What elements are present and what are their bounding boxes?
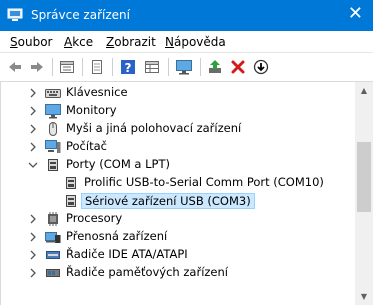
menu-bar: Soubor Akce Zobrazit Nápověda — [0, 31, 373, 53]
window-title: Správce zařízení — [31, 8, 130, 22]
tree-item-label: Klávesnice — [66, 85, 128, 99]
port-icon — [66, 177, 76, 189]
tree-item-label: Řadiče IDE ATA/ATAPI — [66, 247, 188, 261]
monitor-scan-icon — [176, 60, 192, 75]
toolbar-separator — [112, 58, 113, 76]
tree-item-label: Sériové zařízení USB (COM3) — [81, 193, 255, 209]
keyboard-icon — [45, 89, 61, 98]
mouse-icon — [49, 122, 57, 136]
menu-soubor[interactable]: Soubor — [10, 35, 52, 49]
close-button[interactable]: ✕ — [348, 5, 363, 23]
tree-item-pocitac[interactable]: Počítač — [1, 138, 356, 156]
storage-controller-icon — [46, 269, 60, 277]
menu-akce[interactable]: Akce — [64, 35, 93, 49]
chevron-right-icon[interactable] — [27, 212, 39, 226]
monitor-icon — [45, 104, 61, 119]
tree-item-label: Počítač — [66, 139, 107, 153]
chevron-right-icon[interactable] — [27, 248, 39, 262]
menu-napoveda[interactable]: Nápověda — [165, 35, 226, 49]
back-button[interactable] — [6, 58, 24, 76]
tree-item-prenosna-zarizeni[interactable]: Přenosná zařízení — [1, 228, 356, 246]
document-button[interactable] — [88, 58, 106, 76]
tree-item-mysi[interactable]: Myši a jiná polohovací zařízení — [1, 120, 356, 138]
properties-grid-icon — [60, 61, 74, 73]
tree-item-procesory[interactable]: Procesory — [1, 210, 356, 228]
scan-hardware-button[interactable] — [175, 58, 193, 76]
chevron-right-icon[interactable] — [27, 140, 39, 154]
svg-text:?: ? — [125, 61, 132, 75]
details-grid-icon — [145, 61, 159, 73]
document-icon — [92, 60, 102, 74]
update-driver-icon — [209, 60, 221, 73]
chevron-right-icon[interactable] — [27, 122, 39, 136]
tree-item-label: Myši a jiná polohovací zařízení — [66, 121, 242, 135]
tree-item-monitory[interactable]: Monitory — [1, 102, 356, 120]
chevron-right-icon[interactable] — [27, 266, 39, 280]
device-manager-icon — [7, 8, 23, 21]
tree-item-seriove-com3[interactable]: Sériové zařízení USB (COM3) — [1, 192, 356, 210]
forward-button[interactable] — [28, 58, 46, 76]
scroll-up-arrow-icon[interactable]: ▲ — [355, 82, 373, 99]
processor-icon — [48, 212, 58, 226]
tree-item-klavesnice[interactable]: Klávesnice — [1, 84, 356, 102]
tree-item-porty[interactable]: Porty (COM a LPT) — [1, 156, 356, 174]
back-arrow-icon — [9, 62, 21, 72]
chevron-right-icon[interactable] — [27, 104, 39, 118]
scrollbar-thumb[interactable] — [357, 142, 371, 212]
portable-device-icon — [45, 232, 61, 243]
toolbar-separator — [200, 58, 201, 76]
toolbar-separator — [52, 58, 53, 76]
help-question-icon: ? — [121, 60, 135, 75]
help-button[interactable]: ? — [119, 58, 137, 76]
tree-item-label: Procesory — [66, 211, 123, 225]
scroll-down-arrow-icon[interactable]: ▼ — [355, 288, 373, 305]
tree-item-label: Přenosná zařízení — [66, 229, 168, 243]
vertical-scrollbar[interactable]: ▲ ▼ — [355, 82, 373, 305]
chevron-right-icon[interactable] — [27, 86, 39, 100]
forward-arrow-icon — [31, 62, 43, 72]
menu-zobrazit[interactable]: Zobrazit — [106, 35, 156, 49]
tree-item-radice-pametovych[interactable]: Řadiče paměťových zařízení — [1, 264, 356, 282]
toolbar-separator — [82, 58, 83, 76]
uninstall-button[interactable] — [229, 58, 247, 76]
update-driver-button[interactable] — [206, 58, 224, 76]
chevron-down-icon[interactable] — [27, 158, 39, 172]
properties-button[interactable] — [58, 58, 76, 76]
tree-item-prolific-com10[interactable]: Prolific USB-to-Serial Comm Port (COM10) — [1, 174, 356, 192]
toolbar: ? — [0, 53, 373, 82]
tree-item-label: Řadiče paměťových zařízení — [66, 265, 228, 279]
tree-item-label: Porty (COM a LPT) — [66, 157, 170, 171]
title-bar[interactable]: Správce zařízení ✕ — [0, 0, 373, 31]
port-icon — [66, 195, 76, 207]
tree-item-label: Prolific USB-to-Serial Comm Port (COM10) — [84, 175, 324, 189]
tree-item-label: Monitory — [66, 103, 117, 117]
uninstall-x-icon — [231, 60, 245, 74]
disable-down-icon — [253, 59, 269, 75]
disable-device-button[interactable] — [252, 58, 270, 76]
computer-icon — [45, 140, 61, 153]
chevron-right-icon[interactable] — [27, 230, 39, 244]
tree-item-radice-ide[interactable]: Řadiče IDE ATA/ATAPI — [1, 246, 356, 264]
toolbar-separator — [168, 58, 169, 76]
ide-controller-icon — [46, 251, 60, 259]
details-button[interactable] — [143, 58, 161, 76]
port-icon — [48, 159, 58, 171]
device-tree[interactable]: Klávesnice Monitory Myši a jiná polohova… — [0, 82, 356, 305]
